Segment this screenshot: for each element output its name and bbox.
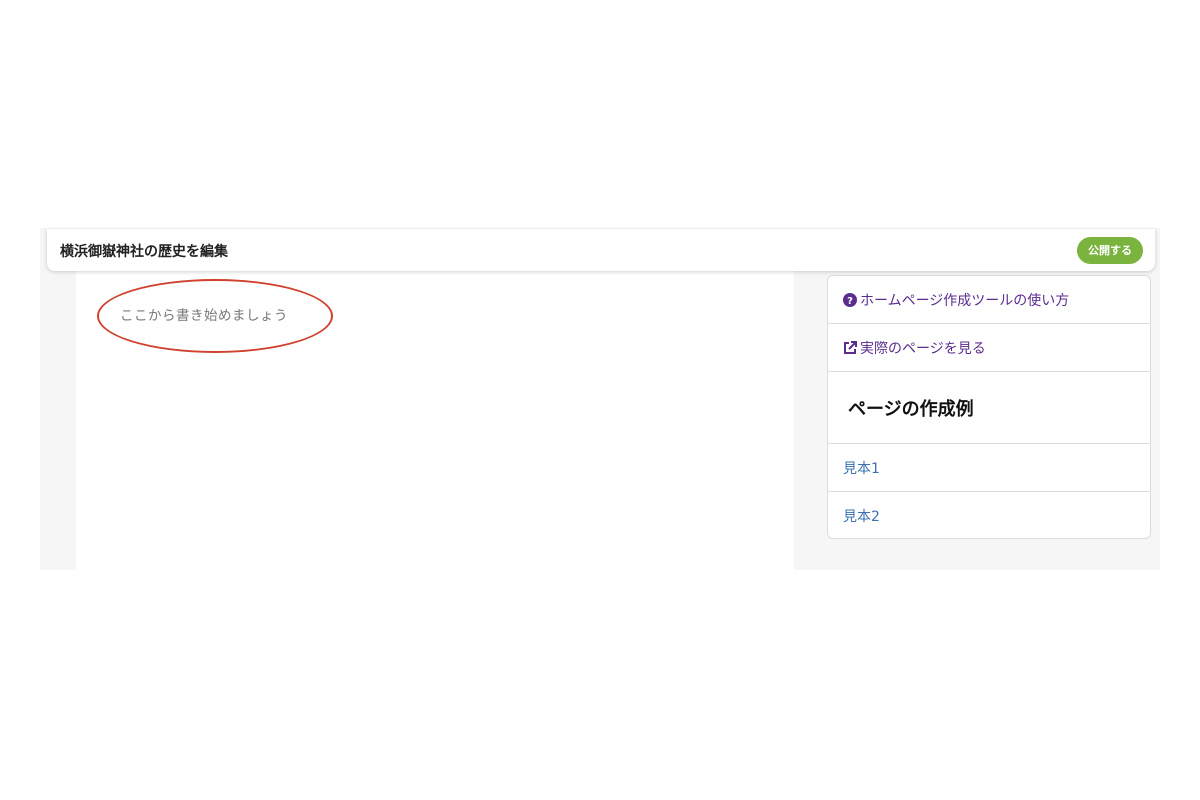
view-page-link-label: 実際のページを見る <box>860 340 986 357</box>
external-link-icon <box>843 340 857 355</box>
view-page-link[interactable]: 実際のページを見る <box>828 324 1150 372</box>
page-title: 横浜御嶽神社の歴史を編集 <box>60 244 228 260</box>
annotation-oval <box>97 279 333 353</box>
help-link-label: ホームページ作成ツールの使い方 <box>860 292 1070 309</box>
examples-heading: ページの作成例 <box>828 372 1150 444</box>
editor-header: 横浜御嶽神社の歴史を編集 公開する <box>47 229 1155 271</box>
question-circle-icon: ? <box>843 292 857 307</box>
sidebar: ? ホームページ作成ツールの使い方 実際のページを見る ページの作成例 見本1 … <box>827 275 1151 539</box>
svg-text:?: ? <box>847 296 853 307</box>
example-link-2[interactable]: 見本2 <box>828 492 1150 538</box>
publish-button[interactable]: 公開する <box>1077 237 1143 264</box>
help-link[interactable]: ? ホームページ作成ツールの使い方 <box>828 276 1150 324</box>
example-link-1[interactable]: 見本1 <box>828 444 1150 492</box>
